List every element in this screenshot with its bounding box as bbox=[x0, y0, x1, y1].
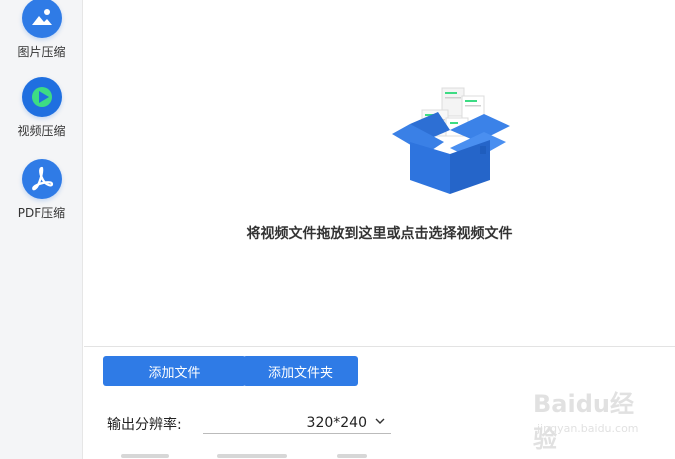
resolution-label: 输出分辨率: bbox=[107, 417, 182, 433]
output-format-row bbox=[107, 450, 387, 459]
image-icon bbox=[21, 0, 62, 38]
watermark-url: jingyan.baidu.com bbox=[537, 422, 639, 435]
pdf-icon bbox=[21, 159, 62, 199]
add-folder-button[interactable]: 添加文件夹 bbox=[243, 356, 358, 386]
sidebar-item-pdf-compress[interactable]: PDF压缩 bbox=[0, 159, 83, 221]
drop-hint-text: 将视频文件拖放到这里或点击选择视频文件 bbox=[246, 226, 513, 242]
resolution-value: 320*240 bbox=[306, 415, 367, 431]
sidebar-item-label: 图片压缩 bbox=[17, 45, 66, 59]
baidu-watermark: Baidu经验 jingyan.baidu.com bbox=[523, 384, 653, 453]
watermark-logo: Baidu经验 bbox=[533, 390, 634, 453]
chevron-down-icon bbox=[375, 418, 385, 424]
open-box-illustration bbox=[388, 82, 514, 203]
sidebar-item-label: 视频压缩 bbox=[17, 124, 66, 138]
sidebar-item-video-compress[interactable]: 视频压缩 bbox=[0, 77, 83, 139]
sidebar-item-label: PDF压缩 bbox=[17, 206, 66, 220]
drop-zone[interactable] bbox=[84, 0, 675, 346]
play-icon bbox=[21, 77, 62, 117]
sidebar: 图片压缩 视频压缩 PDF压缩 bbox=[0, 0, 83, 459]
resolution-select[interactable]: 320*240 bbox=[203, 412, 391, 434]
add-file-button[interactable]: 添加文件 bbox=[103, 356, 246, 386]
section-divider bbox=[84, 346, 675, 347]
sidebar-item-image-compress[interactable]: 图片压缩 bbox=[0, 0, 83, 60]
